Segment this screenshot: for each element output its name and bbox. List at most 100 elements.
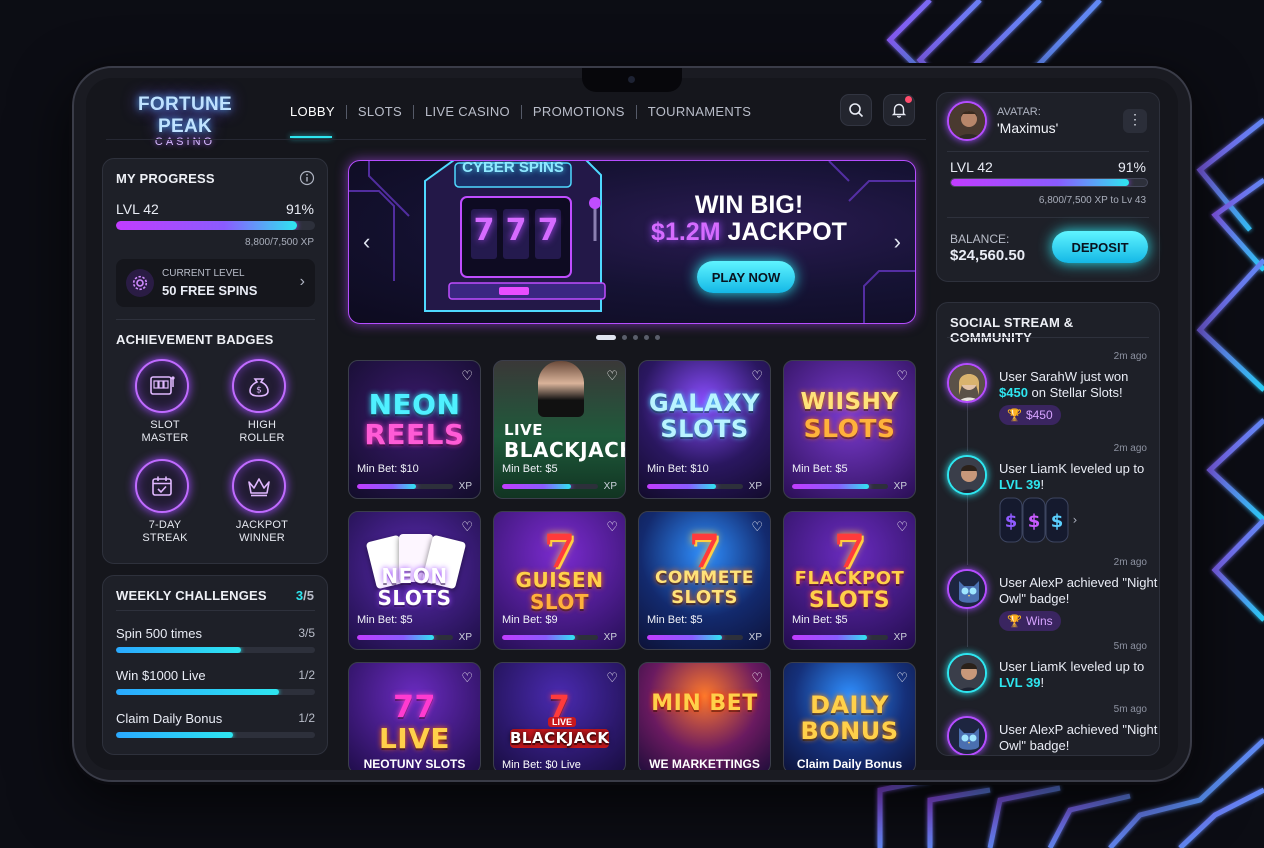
badge-label-line1: JACKPOT xyxy=(235,519,289,531)
timeline-line xyxy=(967,607,968,647)
badge-high-roller[interactable]: $ HIGH ROLLER xyxy=(232,359,292,445)
pagination-dot[interactable] xyxy=(622,335,627,340)
slot-machine-icon xyxy=(150,376,175,395)
nav-promotions[interactable]: PROMOTIONS xyxy=(533,102,625,121)
profile-level: LVL 42 xyxy=(950,159,993,175)
favorite-heart-icon[interactable]: ♡ xyxy=(461,670,473,686)
gear-badge xyxy=(126,269,154,297)
app-screen: FORTUNE PEAK CASINO LOBBY SLOTS LIVE CAS… xyxy=(86,78,1178,770)
weekly-challenges-panel: WEEKLY CHALLENGES 3/5 Spin 500 times 3/5… xyxy=(102,575,328,755)
xp-bar xyxy=(502,484,598,489)
game-card[interactable]: WIISHY SLOTS ♡ Min Bet: $5 XP xyxy=(783,360,916,499)
reel-symbol: 7 xyxy=(473,213,495,248)
min-bet-label: Min Bet: $5 xyxy=(792,463,848,475)
favorite-heart-icon[interactable]: ♡ xyxy=(606,519,618,535)
notifications-button[interactable] xyxy=(883,94,915,126)
banner-next-arrow[interactable]: › xyxy=(894,229,901,255)
favorite-heart-icon[interactable]: ♡ xyxy=(606,368,618,384)
pagination-dot[interactable] xyxy=(655,335,660,340)
feed-text-post: ! xyxy=(1040,477,1045,492)
xp-label: XP xyxy=(893,481,907,492)
svg-text:$: $ xyxy=(1005,511,1018,532)
favorite-heart-icon[interactable]: ♡ xyxy=(896,670,908,686)
favorite-heart-icon[interactable]: ♡ xyxy=(461,368,473,384)
challenge-item[interactable]: Spin 500 times 3/5 xyxy=(116,626,315,653)
favorite-heart-icon[interactable]: ♡ xyxy=(896,519,908,535)
svg-text:$: $ xyxy=(1028,511,1041,532)
card-footer: Min Bet: $5 XP xyxy=(502,463,617,492)
challenges-count: 3/5 xyxy=(296,588,314,603)
banner-jackpot-line: $1.2M JACKPOT xyxy=(649,218,849,247)
game-art xyxy=(639,663,770,770)
favorite-heart-icon[interactable]: ♡ xyxy=(461,519,473,535)
badge-7-day-streak[interactable]: 7-DAY STREAK xyxy=(135,459,195,545)
feed-text-pre: User xyxy=(999,659,1031,674)
game-title-line1: LIVE xyxy=(504,421,543,439)
challenge-progress: 3/5 xyxy=(298,626,315,640)
game-card[interactable]: MIN BET ♡ WE MARKETTINGS xyxy=(638,662,771,770)
banner-prev-arrow[interactable]: ‹ xyxy=(363,229,370,255)
game-card[interactable]: 7 BLACKJACK LIVE ♡ Min Bet: $0 Live xyxy=(493,662,626,770)
search-button[interactable] xyxy=(840,94,872,126)
chip-label: Wins xyxy=(1025,614,1053,628)
card-footer: Min Bet: $5 XP xyxy=(792,614,907,643)
min-bet-label: Min Bet: $5 xyxy=(647,614,703,626)
feed-avatar xyxy=(947,363,987,403)
badge-jackpot-winner[interactable]: JACKPOT WINNER xyxy=(232,459,292,545)
dealer-graphic xyxy=(538,361,584,417)
feed-user: AlexP xyxy=(1029,722,1064,737)
game-card[interactable]: NEON REELS ♡ Min Bet: $10 XP xyxy=(348,360,481,499)
progress-title: MY PROGRESS xyxy=(116,171,215,186)
game-card[interactable]: 77 LIVE ♡ NEOTUNY SLOTS xyxy=(348,662,481,770)
nav-lobby[interactable]: LOBBY xyxy=(290,102,335,121)
nav-live-casino[interactable]: LIVE CASINO xyxy=(425,102,510,121)
game-title-line2: SLOTS xyxy=(808,588,891,613)
game-card[interactable]: DAILY BONUS ♡ Claim Daily Bonus xyxy=(783,662,916,770)
trophy-icon: 🏆 xyxy=(1007,408,1022,422)
badge-slot-master[interactable]: SLOT MASTER xyxy=(135,359,195,445)
play-now-button[interactable]: PLAY NOW xyxy=(697,261,795,293)
feed-time: 5m ago xyxy=(1113,704,1147,715)
nav-slots[interactable]: SLOTS xyxy=(358,102,402,121)
feed-time: 2m ago xyxy=(1113,351,1147,362)
pagination-dot[interactable] xyxy=(633,335,638,340)
game-card[interactable]: LIVE BLACKJACK ♡ Min Bet: $5 XP xyxy=(493,360,626,499)
game-caption: WE MARKETTINGS xyxy=(649,757,760,770)
favorite-heart-icon[interactable]: ♡ xyxy=(896,368,908,384)
game-card[interactable]: GALAXY SLOTS ♡ Min Bet: $10 XP xyxy=(638,360,771,499)
game-title-line1: MIN BET xyxy=(651,691,758,716)
game-card[interactable]: 7 FLACKPOT SLOTS ♡ Min Bet: $5 XP xyxy=(783,511,916,650)
deposit-button[interactable]: DEPOSIT xyxy=(1052,231,1148,263)
pagination-dot[interactable] xyxy=(596,335,616,340)
badge-label-line1: 7-DAY xyxy=(148,519,182,531)
game-title-line1: GALAXY xyxy=(648,389,761,417)
jackpot-banner[interactable]: CYBER SPINS 777 WIN BIG! $1.2M JACKPOT P… xyxy=(348,160,916,324)
game-title-line1: COMMETE xyxy=(654,568,755,588)
game-title-line1: WIISHY xyxy=(800,389,899,415)
game-title-line1: GUISEN xyxy=(515,568,604,592)
min-bet-label: Min Bet: $5 xyxy=(502,463,558,475)
search-icon xyxy=(849,103,864,118)
reel-symbol: 7 xyxy=(537,213,559,248)
favorite-heart-icon[interactable]: ♡ xyxy=(606,670,618,686)
nav-tournaments[interactable]: TOURNAMENTS xyxy=(648,102,751,121)
info-icon[interactable] xyxy=(299,170,315,186)
favorite-heart-icon[interactable]: ♡ xyxy=(751,670,763,686)
favorite-heart-icon[interactable]: ♡ xyxy=(751,519,763,535)
game-card[interactable]: 7 COMMETE SLOTS ♡ Min Bet: $5 XP xyxy=(638,511,771,650)
game-card[interactable]: 7 GUISEN SLOT ♡ Min Bet: $9 XP xyxy=(493,511,626,650)
challenge-item[interactable]: Win $1000 Live 1/2 xyxy=(116,668,315,695)
favorite-heart-icon[interactable]: ♡ xyxy=(751,368,763,384)
user-avatar[interactable] xyxy=(947,101,987,141)
challenge-bar-fill xyxy=(116,689,280,695)
avatar-label: AVATAR: xyxy=(997,106,1041,118)
game-card[interactable]: NEON SLOTS ♡ Min Bet: $5 XP xyxy=(348,511,481,650)
challenge-item[interactable]: Claim Daily Bonus 1/2 xyxy=(116,711,315,738)
feed-time: 5m ago xyxy=(1113,641,1147,652)
current-level-card[interactable]: CURRENT LEVEL 50 FREE SPINS › xyxy=(116,259,315,307)
xp-text: 8,800/7,500 XP xyxy=(245,237,314,248)
more-options-icon[interactable]: ⋮ xyxy=(1123,109,1147,133)
avatar-portrait xyxy=(949,365,985,401)
xp-bar-fill xyxy=(502,484,571,489)
pagination-dot[interactable] xyxy=(644,335,649,340)
